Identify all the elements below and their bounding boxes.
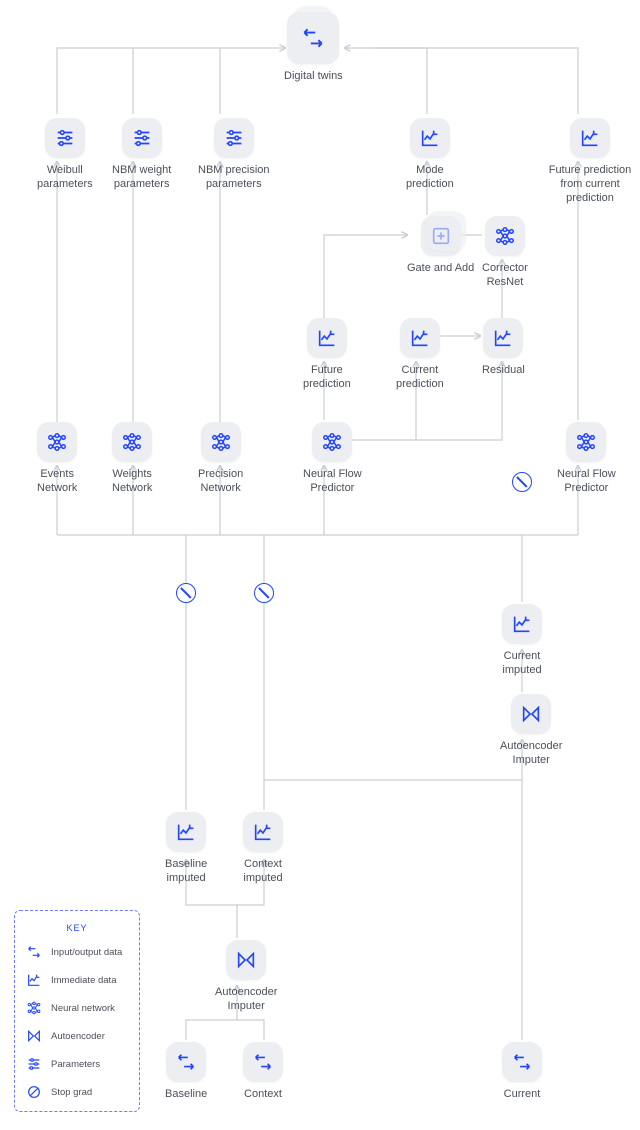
ae-icon xyxy=(226,940,266,980)
node-autoencoder-1: Autoencoder Imputer xyxy=(215,940,277,1014)
label: Residual xyxy=(482,364,525,378)
immediate-icon xyxy=(570,118,610,158)
node-weibull-params: Weibull parameters xyxy=(37,118,93,192)
node-mode-prediction: Mode prediction xyxy=(406,118,454,192)
node-current: Current xyxy=(502,1042,542,1102)
immediate-icon xyxy=(25,971,43,989)
stop-grad-marker xyxy=(176,583,196,603)
label: NBM precision parameters xyxy=(198,164,270,192)
io-icon xyxy=(243,1042,283,1082)
node-future-pred: Future prediction xyxy=(303,318,351,392)
label: Neural Flow Predictor xyxy=(557,468,616,496)
label: Context xyxy=(244,1088,282,1102)
legend-label: Parameters xyxy=(51,1059,100,1070)
nn-icon xyxy=(37,422,77,462)
node-corrector: Corrector ResNet xyxy=(482,216,528,290)
label: Mode prediction xyxy=(406,164,454,192)
label: NBM weight parameters xyxy=(112,164,171,192)
legend-item: Parameters xyxy=(25,1055,129,1073)
io-icon xyxy=(25,943,43,961)
label: Current imputed xyxy=(502,650,541,678)
label: Baseline imputed xyxy=(165,858,207,886)
label: Current prediction xyxy=(396,364,444,392)
node-events-network: Events Network xyxy=(37,422,77,496)
legend-item: Immediate data xyxy=(25,971,129,989)
immediate-icon xyxy=(410,118,450,158)
node-residual: Residual xyxy=(482,318,525,378)
legend-label: Neural network xyxy=(51,1003,115,1014)
immediate-icon xyxy=(400,318,440,358)
io-icon xyxy=(166,1042,206,1082)
legend-item: Neural network xyxy=(25,999,129,1017)
legend-item: Stop grad xyxy=(25,1083,129,1101)
legend-label: Autoencoder xyxy=(51,1031,105,1042)
label: Weibull parameters xyxy=(37,164,93,192)
node-baseline: Baseline xyxy=(165,1042,207,1102)
ae-icon xyxy=(25,1027,43,1045)
label: Corrector ResNet xyxy=(482,262,528,290)
node-current-imputed: Current imputed xyxy=(502,604,542,678)
node-gate-add: Gate and Add xyxy=(407,216,474,276)
label: Neural Flow Predictor xyxy=(303,468,362,496)
stopgrad-icon xyxy=(25,1083,43,1101)
nn-icon xyxy=(25,999,43,1017)
immediate-icon xyxy=(166,812,206,852)
node-nbm-weight: NBM weight parameters xyxy=(112,118,171,192)
legend-label: Stop grad xyxy=(51,1087,92,1098)
label: Gate and Add xyxy=(407,262,474,276)
stop-grad-marker xyxy=(254,583,274,603)
node-autoencoder-2: Autoencoder Imputer xyxy=(500,694,562,768)
label: Autoencoder Imputer xyxy=(500,740,562,768)
io-icon xyxy=(287,12,339,64)
node-context: Context xyxy=(243,1042,283,1102)
diagram-canvas: Digital twins Weibull parameters NBM wei… xyxy=(0,0,640,1130)
params-icon xyxy=(45,118,85,158)
node-current-pred: Current prediction xyxy=(396,318,444,392)
label: Digital twins xyxy=(284,70,343,84)
nn-icon xyxy=(566,422,606,462)
label: Weights Network xyxy=(112,468,152,496)
immediate-icon xyxy=(483,318,523,358)
nn-icon xyxy=(201,422,241,462)
immediate-icon xyxy=(307,318,347,358)
nn-icon xyxy=(312,422,352,462)
node-future-from-current: Future prediction from current predictio… xyxy=(540,118,640,205)
immediate-icon xyxy=(243,812,283,852)
legend: KEY Input/output data Immediate data Neu… xyxy=(14,910,140,1112)
params-icon xyxy=(122,118,162,158)
legend-label: Immediate data xyxy=(51,975,116,986)
nn-icon xyxy=(112,422,152,462)
nn-icon xyxy=(485,216,525,256)
node-precision-network: Precision Network xyxy=(198,422,243,496)
label: Baseline xyxy=(165,1088,207,1102)
label: Autoencoder Imputer xyxy=(215,986,277,1014)
params-icon xyxy=(214,118,254,158)
legend-item: Autoencoder xyxy=(25,1027,129,1045)
legend-item: Input/output data xyxy=(25,943,129,961)
ae-icon xyxy=(511,694,551,734)
node-baseline-imputed: Baseline imputed xyxy=(165,812,207,886)
label: Current xyxy=(504,1088,541,1102)
node-nbm-precision: NBM precision parameters xyxy=(198,118,270,192)
label: Future prediction from current predictio… xyxy=(540,164,640,205)
label: Context imputed xyxy=(243,858,282,886)
node-digital-twins: Digital twins xyxy=(284,12,343,84)
node-nfp-right: Neural Flow Predictor xyxy=(557,422,616,496)
node-weights-network: Weights Network xyxy=(112,422,152,496)
immediate-icon xyxy=(502,604,542,644)
params-icon xyxy=(25,1055,43,1073)
label: Precision Network xyxy=(198,468,243,496)
node-nfp-left: Neural Flow Predictor xyxy=(303,422,362,496)
io-icon xyxy=(502,1042,542,1082)
label: Events Network xyxy=(37,468,77,496)
stop-grad-marker xyxy=(512,472,532,492)
legend-label: Input/output data xyxy=(51,947,122,958)
legend-title: KEY xyxy=(25,923,129,933)
label: Future prediction xyxy=(303,364,351,392)
node-context-imputed: Context imputed xyxy=(243,812,283,886)
